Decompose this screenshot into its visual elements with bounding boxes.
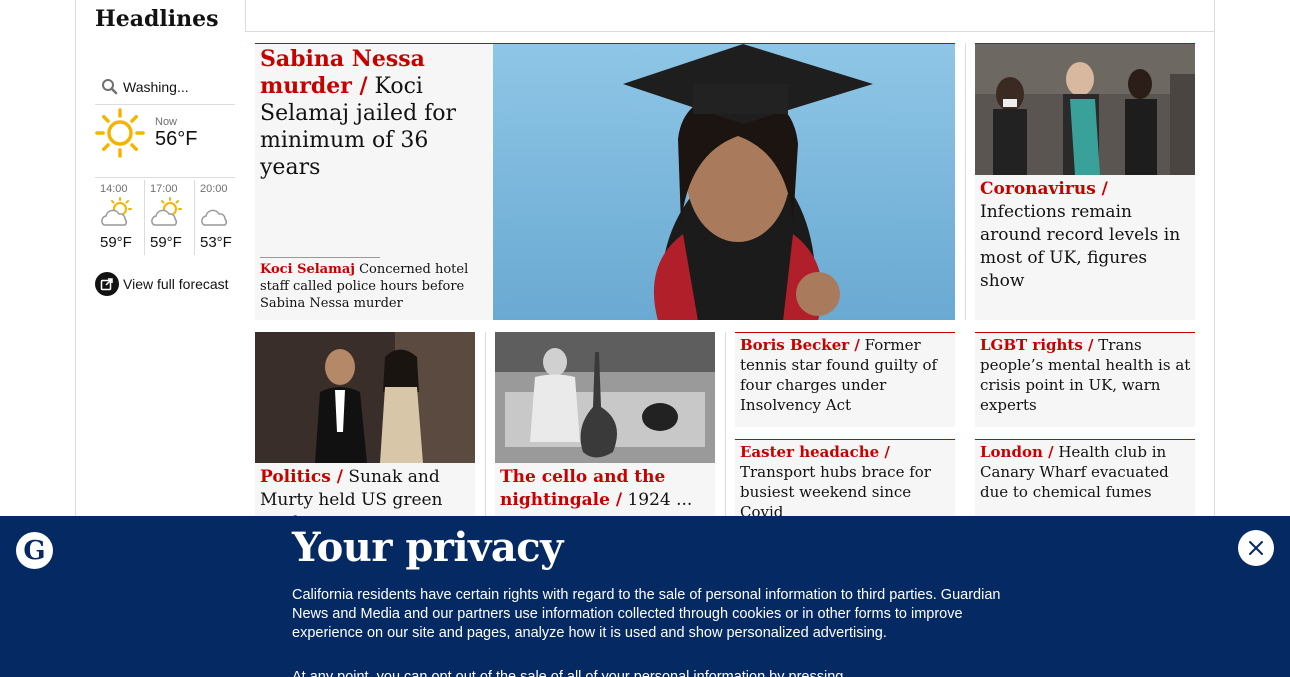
divider <box>725 332 726 522</box>
story-title: 1924 ... <box>622 490 693 510</box>
sun-icon <box>95 108 145 158</box>
sun-cloud-icon <box>101 197 132 226</box>
view-forecast-link[interactable]: View full forecast <box>95 272 229 296</box>
weather-hour-temp: 53°F <box>200 234 232 251</box>
story-headline[interactable]: LGBT rights / Trans people’s mental heal… <box>980 335 1192 415</box>
weather-now-label: Now <box>155 116 178 128</box>
story-title: Transport hubs brace for busiest weekend… <box>740 463 931 521</box>
main-story-image[interactable] <box>493 44 955 320</box>
weather-hour: 17:00 59°F <box>145 180 195 255</box>
story-headline[interactable]: The cello and the nightingale / 1924 ... <box>500 466 712 512</box>
story-kicker: LGBT rights / <box>980 336 1094 354</box>
divider <box>260 257 380 258</box>
weather-hour: 14:00 59°F <box>95 180 145 255</box>
weather-now: Now 56°F <box>95 106 235 178</box>
weather-hour-time: 20:00 <box>200 183 228 195</box>
external-link-icon <box>95 272 119 296</box>
story-kicker: Easter headache / <box>740 443 890 461</box>
weather-hour-time: 17:00 <box>150 183 178 195</box>
privacy-body: California residents have certain rights… <box>292 587 1001 641</box>
story-title: Infections remain around record levels i… <box>980 202 1181 291</box>
divider <box>965 43 966 320</box>
story-card[interactable]: Boris Becker / Former tennis star found … <box>735 332 955 427</box>
story-card[interactable]: LGBT rights / Trans people’s mental heal… <box>975 332 1195 427</box>
close-privacy-button[interactable] <box>1238 530 1274 566</box>
weather-hourly: 14:00 59°F 17:00 59°F 20:00 53°F <box>95 180 245 255</box>
story-headline[interactable]: Boris Becker / Former tennis star found … <box>740 335 952 415</box>
story-headline[interactable]: Easter headache / Transport hubs brace f… <box>740 442 952 522</box>
weather-hour-temp: 59°F <box>150 234 182 251</box>
story-kicker: London / <box>980 443 1054 461</box>
story-card[interactable]: Politics / Sunak and Murty held US green… <box>255 332 475 532</box>
related-story-link[interactable]: Koci Selamaj Concerned hotel staff calle… <box>260 261 475 312</box>
cloud-icon <box>201 209 228 226</box>
logo-letter: G <box>23 535 46 566</box>
weather-location: Washing... <box>123 79 189 95</box>
guardian-logo-icon: G <box>16 532 53 569</box>
privacy-title: Your privacy <box>292 524 563 571</box>
close-icon <box>1249 541 1263 555</box>
story-image <box>975 44 1195 175</box>
story-kicker: Boris Becker / <box>740 336 860 354</box>
weather-hour-time: 14:00 <box>100 183 128 195</box>
divider <box>246 31 1214 32</box>
main-story-card[interactable]: Sabina Nessa murder / Koci Selamaj jaile… <box>255 43 955 320</box>
related-story-kicker: Koci Selamaj <box>260 262 355 277</box>
privacy-banner: G Your privacy California residents have… <box>0 516 1290 677</box>
weather-hour-temp: 59°F <box>100 234 132 251</box>
main-story-headline[interactable]: Sabina Nessa murder / Koci Selamaj jaile… <box>260 46 488 181</box>
story-image <box>255 332 475 463</box>
weather-location-search[interactable]: Washing... <box>95 70 235 105</box>
story-card[interactable]: The cello and the nightingale / 1924 ... <box>495 332 715 532</box>
story-image <box>495 332 715 463</box>
divider <box>485 332 486 522</box>
story-kicker: Coronavirus / <box>980 179 1108 199</box>
story-headline[interactable]: Coronavirus / Infections remain around r… <box>980 178 1192 293</box>
story-card[interactable]: Coronavirus / Infections remain around r… <box>975 43 1195 320</box>
sun-cloud-icon <box>151 197 182 226</box>
weather-hour: 20:00 53°F <box>195 180 245 255</box>
search-icon <box>102 79 118 95</box>
privacy-body-continued: At any point, you can opt out of the sal… <box>292 669 844 677</box>
view-forecast-label: View full forecast <box>123 276 229 292</box>
divider <box>245 0 246 32</box>
weather-now-temp: 56°F <box>155 128 198 150</box>
section-title: Headlines <box>95 6 219 32</box>
story-kicker: Politics / <box>260 467 343 487</box>
story-headline[interactable]: London / Health club in Canary Wharf eva… <box>980 442 1192 502</box>
